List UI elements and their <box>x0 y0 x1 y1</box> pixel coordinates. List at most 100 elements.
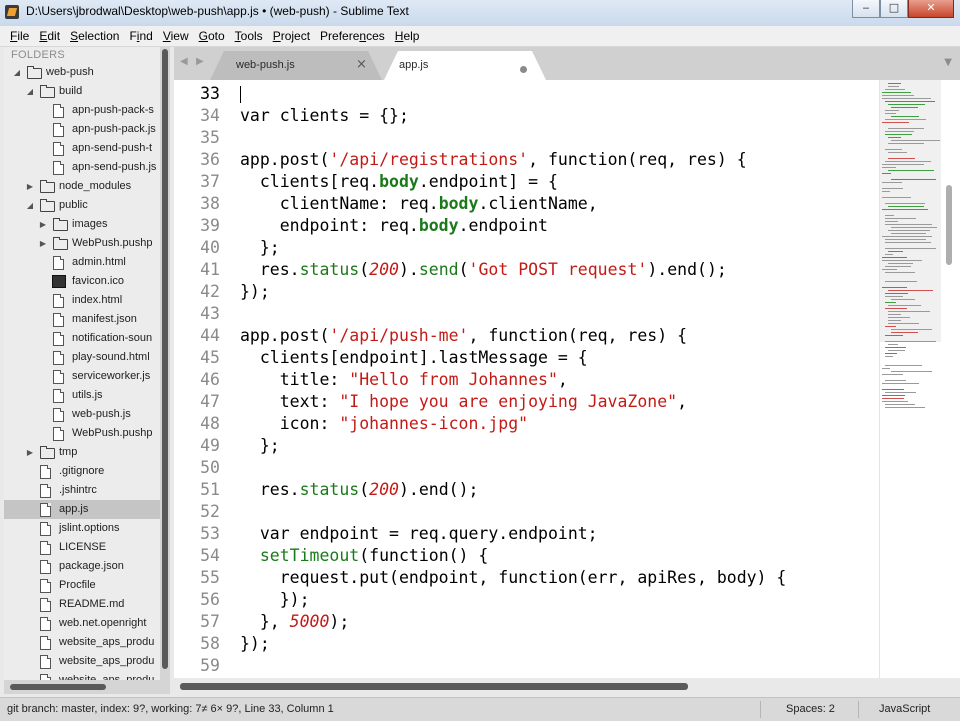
code-token-fnn: status <box>299 260 360 279</box>
tab-app-js[interactable]: app.js <box>384 51 546 80</box>
line-number: 45 <box>200 348 220 367</box>
minimap-line <box>882 401 908 402</box>
menu-file[interactable]: File <box>5 29 34 43</box>
minimize-button[interactable]: ‒ <box>852 0 880 18</box>
collapsed-arrow-icon[interactable]: ▶ <box>25 177 35 196</box>
tab-dropdown-icon[interactable]: ▼ <box>944 57 952 68</box>
editor-horizontal-scrollbar[interactable] <box>174 678 960 694</box>
folder-item[interactable]: ▶ images <box>4 215 160 234</box>
menu-help[interactable]: Help <box>390 29 425 43</box>
code-token: request.put(endpoint, function(err, apiR… <box>240 568 787 587</box>
minimap-line <box>885 380 906 381</box>
folder-item[interactable]: ▶ tmp <box>4 443 160 462</box>
file-item[interactable]: apn-send-push.js <box>4 158 160 177</box>
file-item[interactable]: favicon.ico <box>4 272 160 291</box>
menu-edit[interactable]: Edit <box>34 29 65 43</box>
file-item[interactable]: website_aps_produ <box>4 652 160 671</box>
indentation-selector[interactable]: Spaces: 2 <box>786 698 835 720</box>
menu-project[interactable]: Project <box>268 29 315 43</box>
minimap-line <box>891 116 919 117</box>
menu-accelerator: V <box>162 29 171 43</box>
file-item[interactable]: notification-soun <box>4 329 160 348</box>
file-item[interactable]: web-push.js <box>4 405 160 424</box>
file-icon <box>40 522 51 536</box>
menu-goto[interactable]: Goto <box>194 29 230 43</box>
minimap-line <box>882 92 911 93</box>
minimap-line <box>885 293 908 294</box>
unsaved-dot-icon[interactable] <box>520 66 527 73</box>
code-token-str: 'Got POST request' <box>468 260 648 279</box>
menu-view[interactable]: View <box>158 29 194 43</box>
collapsed-arrow-icon[interactable]: ▶ <box>38 234 48 253</box>
editor-vertical-scrollbar[interactable] <box>941 80 960 678</box>
folder-item[interactable]: ▶ WebPush.pushp <box>4 234 160 253</box>
menu-preferences[interactable]: Preferences <box>315 29 390 43</box>
editor-hscroll-thumb[interactable] <box>180 683 688 690</box>
minimap-line <box>888 206 924 207</box>
tree-item-label: node_modules <box>59 180 132 192</box>
collapsed-arrow-icon[interactable]: ▶ <box>38 215 48 234</box>
file-icon <box>53 389 64 403</box>
expanded-arrow-icon[interactable]: ◢ <box>12 63 22 82</box>
menu-selection[interactable]: Selection <box>65 29 124 43</box>
code-line: 48 icon: "johannes-icon.jpg" <box>174 413 879 435</box>
minimap-line <box>885 224 932 225</box>
sidebar-scroll-thumb[interactable] <box>162 49 168 669</box>
file-icon <box>53 408 64 422</box>
code-token: , <box>557 370 568 389</box>
tab-web-push-js[interactable]: web-push.js × <box>210 51 382 80</box>
tab-next-icon[interactable]: ▶ <box>196 56 204 67</box>
file-item[interactable]: play-sound.html <box>4 348 160 367</box>
menu-find[interactable]: Find <box>124 29 157 43</box>
line-number: 34 <box>200 106 220 125</box>
file-item[interactable]: Procfile <box>4 576 160 595</box>
file-item[interactable]: jslint.options <box>4 519 160 538</box>
tree-item-label: apn-send-push-t <box>72 142 153 154</box>
file-item[interactable]: package.json <box>4 557 160 576</box>
sidebar-vertical-scrollbar[interactable] <box>160 47 170 680</box>
close-button[interactable]: ✕ <box>908 0 954 18</box>
tab-prev-icon[interactable]: ◀ <box>180 56 188 67</box>
minimap-line <box>888 104 925 105</box>
sidebar-horizontal-scrollbar[interactable] <box>4 680 170 694</box>
file-item[interactable]: serviceworker.js <box>4 367 160 386</box>
folder-item[interactable]: ◢ build <box>4 82 160 101</box>
minimap-line <box>888 317 910 318</box>
file-item[interactable]: manifest.json <box>4 310 160 329</box>
minimap-line <box>885 113 896 114</box>
code-token-num: 200 <box>369 480 399 499</box>
file-item[interactable]: apn-push-pack.js <box>4 120 160 139</box>
folder-item[interactable]: ▶ node_modules <box>4 177 160 196</box>
collapsed-arrow-icon[interactable]: ▶ <box>25 443 35 462</box>
editor-scroll-thumb[interactable] <box>946 185 952 265</box>
file-item[interactable]: apn-send-push-t <box>4 139 160 158</box>
file-item[interactable]: utils.js <box>4 386 160 405</box>
file-item[interactable]: .jshintrc <box>4 481 160 500</box>
expanded-arrow-icon[interactable]: ◢ <box>25 196 35 215</box>
code-token: }; <box>240 436 280 455</box>
sidebar-hscroll-thumb[interactable] <box>10 684 106 690</box>
folder-item[interactable]: ◢ public <box>4 196 160 215</box>
syntax-selector[interactable]: JavaScript <box>879 698 930 720</box>
file-item[interactable]: website_aps_produ <box>4 633 160 652</box>
file-item[interactable]: website_aps_produ <box>4 671 160 680</box>
expanded-arrow-icon[interactable]: ◢ <box>25 82 35 101</box>
minimap-line <box>891 371 932 372</box>
folder-item[interactable]: ◢ web-push <box>4 63 160 82</box>
file-item[interactable]: web.net.openright <box>4 614 160 633</box>
tree-item-label: apn-push-pack-s <box>72 104 154 116</box>
file-item[interactable]: README.md <box>4 595 160 614</box>
minimap-line <box>885 254 893 255</box>
file-item[interactable]: app.js <box>4 500 160 519</box>
file-item[interactable]: WebPush.pushp <box>4 424 160 443</box>
file-item[interactable]: .gitignore <box>4 462 160 481</box>
file-item[interactable]: admin.html <box>4 253 160 272</box>
file-item[interactable]: LICENSE <box>4 538 160 557</box>
minimap[interactable] <box>879 80 942 678</box>
file-item[interactable]: index.html <box>4 291 160 310</box>
menu-tools[interactable]: Tools <box>230 29 268 43</box>
file-item[interactable]: apn-push-pack-s <box>4 101 160 120</box>
maximize-button[interactable]: □ <box>880 0 908 18</box>
tab-close-icon[interactable]: × <box>356 57 367 72</box>
code-editor[interactable]: 33 34 var clients = {}; 35 36 app.post('/api/… <box>174 80 879 678</box>
